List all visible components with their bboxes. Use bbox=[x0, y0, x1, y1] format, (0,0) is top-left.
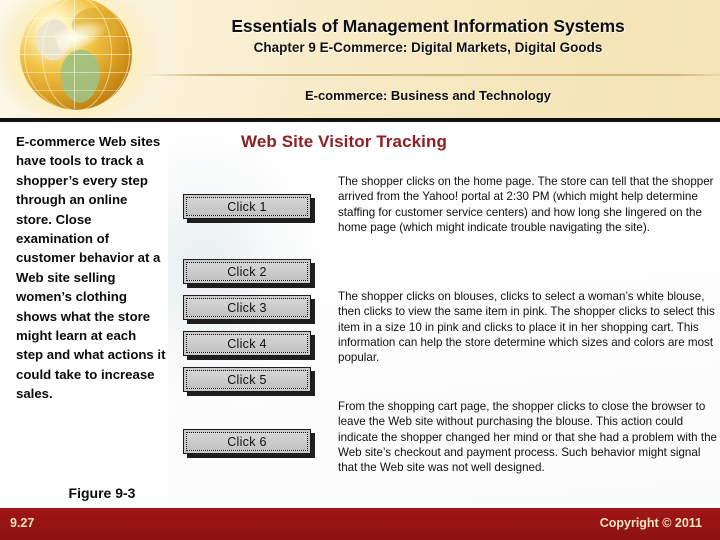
left-description-text: E-commerce Web sites have tools to track… bbox=[16, 134, 166, 402]
click-step-box-2-inner: Click 2 bbox=[186, 262, 308, 281]
click-step-box-2-label: Click 2 bbox=[227, 264, 267, 279]
click-step-box-4: Click 4 bbox=[183, 331, 311, 356]
figure-title: Web Site Visitor Tracking bbox=[241, 132, 447, 151]
click-step-box-4-inner: Click 4 bbox=[186, 334, 308, 353]
click-step-box-3-label: Click 3 bbox=[227, 300, 267, 315]
click-step-box-5-label: Click 5 bbox=[227, 372, 267, 387]
copyright-notice: Copyright © 2011 bbox=[599, 516, 702, 530]
page-title: Essentials of Management Information Sys… bbox=[231, 16, 625, 36]
click-step-box-1: Click 1 bbox=[183, 194, 311, 219]
figure-description-1: The shopper clicks on the home page. The… bbox=[338, 175, 714, 234]
slide: Essentials of Management Information Sys… bbox=[0, 0, 720, 540]
slide-footer: 9.27 Copyright © 2011 bbox=[0, 508, 720, 540]
click-step-box-4-label: Click 4 bbox=[227, 336, 267, 351]
click-step-box-3-inner: Click 3 bbox=[186, 298, 308, 317]
figure-description-2: The shopper clicks on blouses, clicks to… bbox=[338, 290, 715, 365]
click-step-box-5: Click 5 bbox=[183, 367, 311, 392]
click-step-box-5-inner: Click 5 bbox=[186, 370, 308, 389]
figure-description-3: From the shopping cart page, the shopper… bbox=[338, 400, 717, 475]
slide-number: 9.27 bbox=[10, 516, 35, 530]
figure-caption: Figure 9-3 bbox=[68, 485, 136, 501]
click-step-box-3: Click 3 bbox=[183, 295, 311, 320]
click-step-box-6-label: Click 6 bbox=[227, 434, 267, 449]
slide-header: Essentials of Management Information Sys… bbox=[0, 0, 720, 118]
globe-logo bbox=[0, 0, 156, 118]
click-step-box-2: Click 2 bbox=[183, 259, 311, 284]
section-title: E-commerce: Business and Technology bbox=[304, 88, 552, 103]
click-step-box-1-label: Click 1 bbox=[227, 199, 267, 214]
globe-sphere bbox=[20, 0, 132, 110]
figure-image: Web Site Visitor Tracking Click 1 Click … bbox=[168, 122, 720, 504]
header-divider bbox=[142, 74, 720, 76]
click-step-box-6-inner: Click 6 bbox=[186, 432, 308, 451]
click-step-box-1-inner: Click 1 bbox=[186, 197, 308, 216]
click-step-box-6: Click 6 bbox=[183, 429, 311, 454]
slide-body: E-commerce Web sites have tools to track… bbox=[0, 122, 720, 508]
page-subtitle: Chapter 9 E-Commerce: Digital Markets, D… bbox=[253, 40, 603, 55]
